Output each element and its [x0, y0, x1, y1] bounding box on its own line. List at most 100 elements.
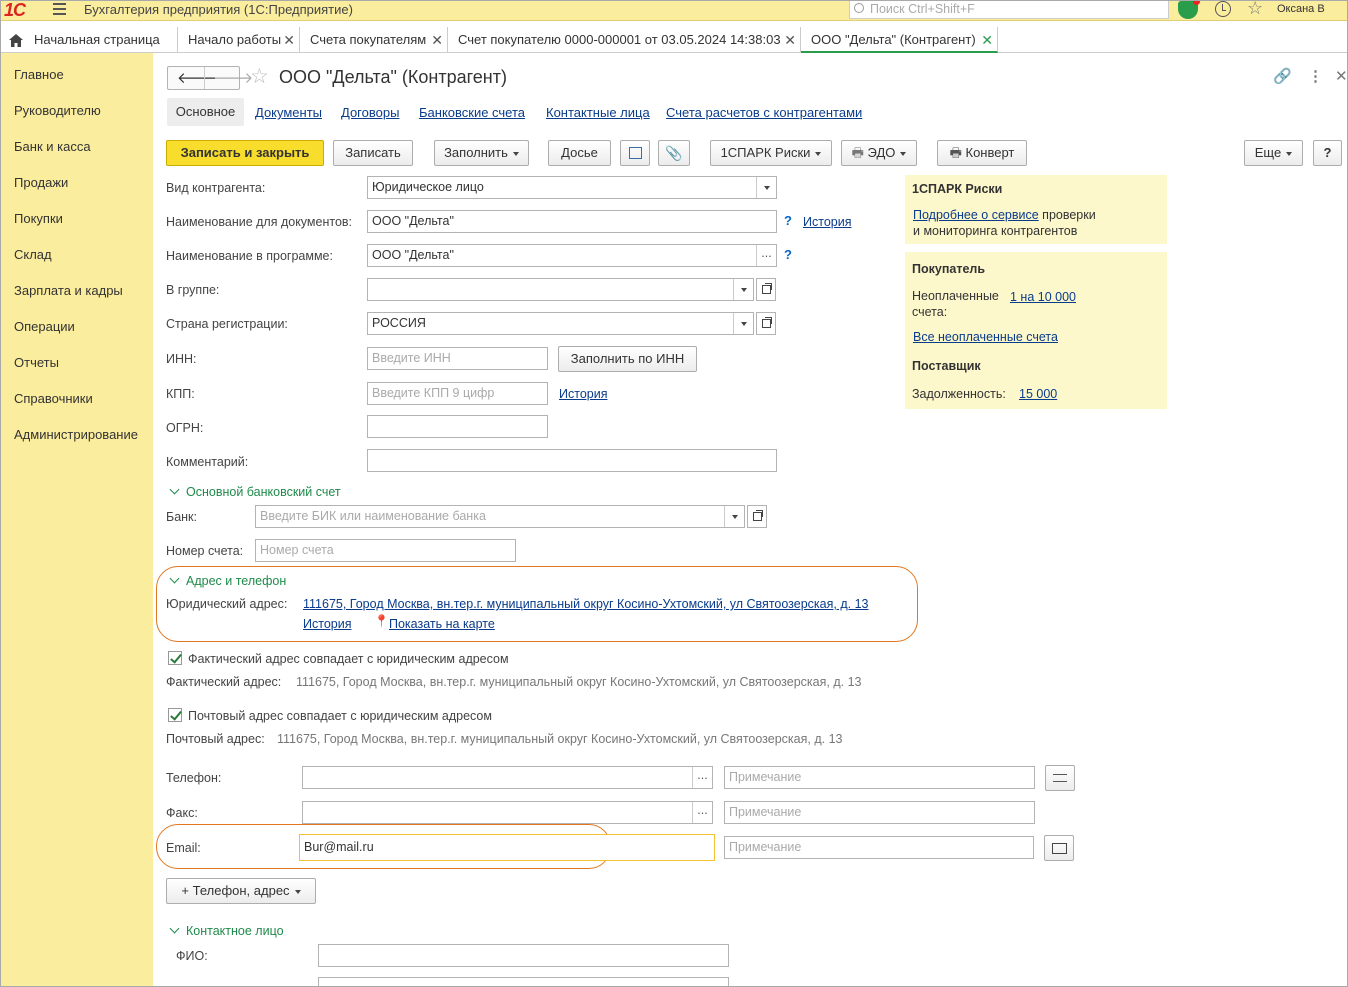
spark-more-link[interactable]: Подробнее о сервисе — [913, 208, 1039, 222]
dossier-button[interactable]: Досье — [548, 140, 611, 166]
unpaid-value-link[interactable]: 1 на 10 000 — [1010, 290, 1076, 304]
address-section-toggle[interactable]: Адрес и телефон — [169, 573, 286, 588]
phone-note-input[interactable]: Примечание — [724, 766, 1035, 789]
edo-button[interactable]: 🖶 ЭДО — [841, 140, 917, 166]
email-input[interactable]: Bur@mail.ru — [299, 834, 715, 861]
close-form-icon[interactable]: ✕ — [1335, 67, 1347, 85]
inn-input[interactable]: Введите ИНН — [367, 347, 548, 370]
sidebar-item-reports[interactable]: Отчеты — [14, 355, 59, 370]
postal-address-check-label[interactable]: Почтовый адрес совпадает с юридическим а… — [188, 709, 492, 723]
select-dots-button[interactable]: ... — [692, 802, 712, 823]
envelope-button[interactable]: 🖶 Конверт — [937, 140, 1027, 166]
report-button[interactable] — [620, 140, 650, 166]
tab-start[interactable]: Начало работы ✕ — [178, 27, 300, 53]
more-button[interactable]: Еще — [1244, 140, 1303, 166]
subtab-documents[interactable]: Документы — [255, 105, 322, 120]
tab-invoice[interactable]: Счет покупателю 0000-000001 от 03.05.202… — [448, 27, 801, 53]
more-actions-icon[interactable]: ⋮ — [1308, 67, 1323, 85]
open-group-button[interactable] — [756, 278, 776, 301]
bank-select[interactable]: Введите БИК или наименование банка — [255, 505, 745, 528]
select-dots-button[interactable]: ... — [756, 245, 776, 266]
close-icon[interactable]: ✕ — [981, 27, 993, 53]
search-input[interactable]: Поиск Ctrl+Shift+F — [849, 1, 1169, 19]
comment-input[interactable] — [367, 449, 777, 472]
actual-address-checkbox[interactable] — [168, 651, 182, 665]
contact-person-section-toggle[interactable]: Контактное лицо — [169, 923, 284, 938]
tab-counterparty[interactable]: ООО "Дельта" (Контрагент) ✕ — [801, 27, 998, 53]
sidebar-item-purchases[interactable]: Покупки — [14, 211, 63, 226]
select-dots-button[interactable]: ... — [692, 767, 712, 788]
favorites-star-icon[interactable]: ☆ — [1247, 1, 1263, 19]
bank-section-toggle[interactable]: Основной банковский счет — [169, 484, 341, 499]
address-history-link[interactable]: История — [303, 617, 351, 631]
fax-note-input[interactable]: Примечание — [724, 801, 1035, 824]
next-contact-field[interactable] — [318, 977, 729, 986]
notifications-shield-icon[interactable] — [1178, 1, 1200, 19]
help-icon[interactable]: ? — [784, 213, 792, 228]
chevron-down-icon[interactable] — [756, 177, 776, 198]
kpp-history-link[interactable]: История — [559, 387, 607, 401]
subtab-contracts[interactable]: Договоры — [341, 105, 399, 120]
subtab-contact-persons[interactable]: Контактные лица — [546, 105, 650, 120]
sidebar-item-warehouse[interactable]: Склад — [14, 247, 52, 262]
chevron-down-icon[interactable] — [733, 279, 753, 300]
sidebar-item-main[interactable]: Главное — [14, 67, 64, 82]
user-name[interactable]: Оксана В — [1277, 3, 1325, 15]
show-on-map-link[interactable]: Показать на карте — [389, 617, 495, 631]
save-button[interactable]: Записать — [333, 140, 413, 166]
forward-arrow-icon[interactable]: 🡒 — [213, 68, 253, 87]
country-select[interactable]: РОССИЯ — [367, 312, 754, 335]
actual-address-check-label[interactable]: Фактический адрес совпадает с юридически… — [188, 652, 509, 666]
open-bank-button[interactable] — [747, 505, 767, 528]
fax-input[interactable]: ... — [302, 801, 713, 824]
chevron-down-icon[interactable] — [733, 313, 753, 334]
help-icon[interactable]: ? — [784, 247, 792, 262]
link-icon[interactable]: 🔗 — [1273, 67, 1292, 85]
sidebar-item-manager[interactable]: Руководителю — [14, 103, 101, 118]
history-icon[interactable] — [1215, 1, 1231, 17]
fill-button[interactable]: Заполнить — [434, 140, 529, 166]
all-unpaid-link[interactable]: Все неоплаченные счета — [913, 330, 1058, 344]
sidebar-item-salary[interactable]: Зарплата и кадры — [14, 283, 123, 298]
phone-input[interactable]: ... — [302, 766, 713, 789]
sidebar-item-catalogs[interactable]: Справочники — [14, 391, 93, 406]
main-menu-icon[interactable] — [53, 3, 66, 15]
progname-input[interactable]: ООО "Дельта"... — [367, 244, 777, 267]
docname-history-link[interactable]: История — [803, 215, 851, 229]
sidebar-item-sales[interactable]: Продажи — [14, 175, 68, 190]
back-arrow-icon[interactable]: 🡐 — [177, 68, 217, 87]
help-button[interactable]: ? — [1313, 140, 1342, 166]
close-icon[interactable]: ✕ — [784, 27, 796, 53]
legal-address-link[interactable]: 111675, Город Москва, вн.тер.г. муниципа… — [303, 597, 868, 611]
kind-select[interactable]: Юридическое лицо — [367, 176, 777, 199]
fio-input[interactable] — [318, 944, 729, 967]
chevron-down-icon[interactable] — [724, 506, 744, 527]
subtab-main[interactable]: Основное — [167, 98, 244, 126]
add-phone-address-button[interactable]: + Телефон, адрес — [166, 878, 316, 904]
tab-home[interactable]: Начальная страница — [1, 27, 178, 53]
attach-button[interactable]: 📎 — [658, 140, 690, 166]
tab-invoices[interactable]: Счета покупателям ✕ — [300, 27, 448, 53]
docname-input[interactable]: ООО "Дельта" — [367, 210, 777, 233]
subtab-settlement-accounts[interactable]: Счета расчетов с контрагентами — [666, 105, 862, 120]
ogrn-input[interactable] — [367, 415, 548, 438]
debt-value-link[interactable]: 15 000 — [1019, 387, 1057, 401]
spark-risks-button[interactable]: 1СПАРК Риски — [710, 140, 832, 166]
close-icon[interactable]: ✕ — [431, 27, 443, 53]
sidebar-item-admin[interactable]: Администрирование — [14, 427, 138, 442]
email-note-input[interactable]: Примечание — [724, 836, 1034, 859]
sidebar-item-bank[interactable]: Банк и касса — [14, 139, 91, 154]
subtab-bank-accounts[interactable]: Банковские счета — [419, 105, 525, 120]
open-country-button[interactable] — [756, 312, 776, 335]
sidebar-item-operations[interactable]: Операции — [14, 319, 75, 334]
close-icon[interactable]: ✕ — [283, 27, 295, 53]
group-select[interactable] — [367, 278, 754, 301]
phone-menu-button[interactable] — [1045, 765, 1075, 791]
fill-by-inn-button[interactable]: Заполнить по ИНН — [558, 346, 697, 372]
save-close-button[interactable]: Записать и закрыть — [166, 140, 324, 166]
kpp-input[interactable]: Введите КПП 9 цифр — [367, 382, 548, 405]
send-email-button[interactable] — [1044, 835, 1074, 861]
favorite-star-icon[interactable]: ☆ — [250, 64, 269, 89]
postal-address-checkbox[interactable] — [168, 708, 182, 722]
account-input[interactable]: Номер счета — [255, 539, 516, 562]
